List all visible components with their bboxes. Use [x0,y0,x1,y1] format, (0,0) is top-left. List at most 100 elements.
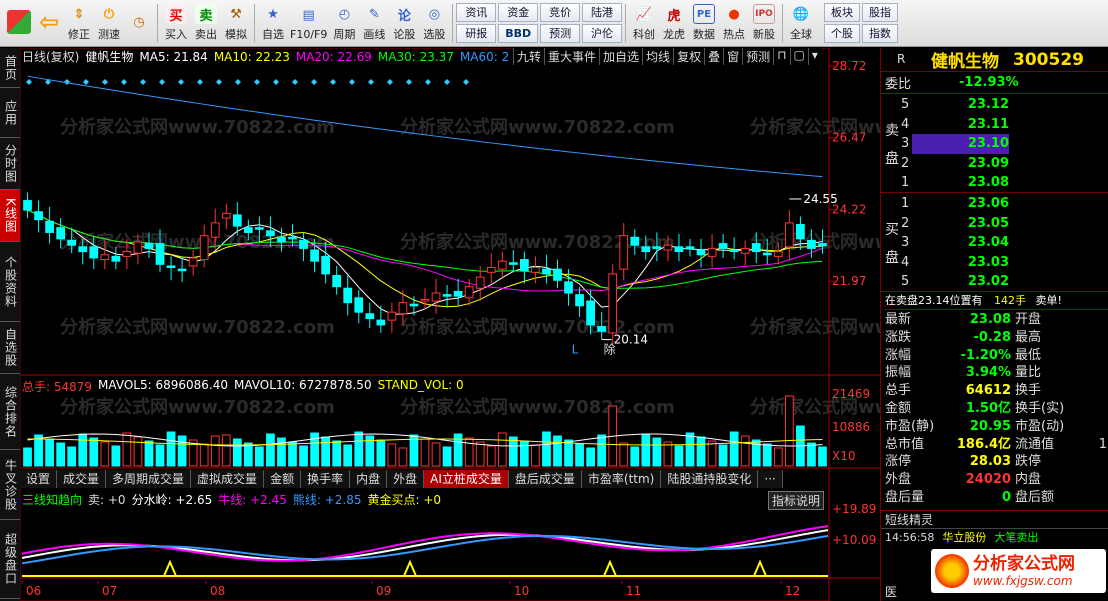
tab-amount[interactable]: 金额 [264,470,302,488]
tab-watchlist[interactable]: 自选股 [0,322,20,374]
f10-button[interactable]: ▤ F10/F9 [288,1,329,46]
sprite-row[interactable]: 14:56:58 华立股份 大笔卖出 [881,529,1108,547]
ask-row[interactable]: 4 23.11 [901,115,1009,135]
simulate-button[interactable]: ⚒ 模拟 [221,1,251,46]
ask-level: 4 [901,116,910,132]
forecast-button[interactable]: 预测 [540,24,581,43]
tab-more[interactable]: ··· [758,470,783,488]
index-button[interactable]: 指数 [861,24,898,43]
ma-button[interactable]: 均线 [642,48,673,65]
fix-button[interactable]: ⇕ 修正 [64,1,94,46]
restore-icon[interactable]: ▢ [789,48,808,65]
hk-connect-button[interactable]: 陆港 [582,3,622,22]
bid-row[interactable]: 2 23.05 [901,214,1009,234]
candle-body [100,254,110,261]
dragon-tiger-button[interactable]: 虎龙虎 [659,1,689,46]
ask-row[interactable]: 1 23.08 [901,173,1009,193]
bid-row[interactable]: 3 23.04 [901,233,1009,253]
add-watchlist-button[interactable]: 加自选 [599,48,642,65]
tab-kline[interactable]: K线图 [0,190,20,242]
stand-vol-value: STAND_VOL: 0 [377,378,464,392]
sprite-title: 短线精灵 [881,511,1108,529]
draw-button[interactable]: ✎ 画线 [359,1,389,46]
bbd-button[interactable]: BBD [498,24,539,43]
stock-button[interactable]: 个股 [823,24,860,43]
predict-button[interactable]: 预测 [742,48,773,65]
capital-button[interactable]: 资金 [498,3,539,22]
star-icon: ★ [267,6,279,22]
candle-body [442,294,452,297]
overlay-button[interactable]: 叠 [704,48,723,65]
major-events-button[interactable]: 重大事件 [544,48,599,65]
volume-bar [232,438,242,467]
bid-row[interactable]: 1 23.06 [901,194,1009,214]
marker-diamond [83,79,89,85]
volume-bar [630,446,640,467]
tab-volume[interactable]: 成交量 [57,470,107,488]
back-button[interactable]: ⇦ [34,1,64,46]
tab-multi-volume[interactable]: 多周期成交量 [106,470,192,488]
volume-bar [255,446,264,467]
shanghai-london-button[interactable]: 沪伦 [582,24,622,43]
tab-ranking[interactable]: 综合排名 [0,374,20,450]
tab-after-hours[interactable]: 盘后成交量 [508,470,582,488]
tab-settings[interactable]: 设置 [20,470,58,488]
watermark-text: 分析家公式网www.70822.com [400,116,675,138]
chart-area[interactable]: 分析家公式网www.70822.com 分析家公式网www.70822.com 分析… [19,47,1025,601]
ask-row[interactable]: 5 23.12 [901,95,1009,115]
volume-bar [597,434,607,467]
global-button[interactable]: 🌐 全球 [786,1,816,46]
tab-intraday[interactable]: 分时图 [0,138,20,190]
nine-turn-button[interactable]: 九转 [513,48,544,65]
bid-row[interactable]: 5 23.02 [901,272,1009,292]
tab-pe-ttm[interactable]: 市盈率(ttm) [581,470,662,488]
tab-outer[interactable]: 外盘 [387,470,425,488]
stat-label: 外盘 [885,472,912,488]
sector-button[interactable]: 板块 [823,3,860,22]
tab-hk-holding[interactable]: 陆股通持股变化 [661,470,759,488]
hot-button[interactable]: ● 热点 [719,1,749,46]
speedtest-button[interactable]: ⏻ 测速 [94,1,124,46]
watchlist-button[interactable]: ★ 自选 [258,1,288,46]
star-market-button[interactable]: 📈 科创 [629,1,659,46]
discuss-button[interactable]: 论论股 [389,1,419,46]
research-button[interactable]: 研报 [456,24,497,43]
buy-button[interactable]: 买买入 [161,1,191,46]
tab-level2[interactable]: 超级盘口 [0,520,20,599]
candle-body [707,247,717,257]
tab-diagnosis[interactable]: 牛叉诊股 [0,450,20,520]
grid-menu-button[interactable] [4,1,34,46]
volume-bar [243,442,253,467]
tab-virtual-volume[interactable]: 虚拟成交量 [191,470,265,488]
tab-apps[interactable]: 应用 [0,88,20,138]
indicator-help-button[interactable]: 指标说明 [768,491,825,510]
ask-row[interactable]: 3 23.10 [901,134,1009,154]
clock-button[interactable]: ◷ [124,1,154,46]
tab-home[interactable]: 首页 [0,48,20,88]
ask-row[interactable]: 2 23.09 [901,154,1009,174]
auction-button[interactable]: 竞价 [540,3,581,22]
ipo-button[interactable]: IPO 新股 [749,1,779,46]
tab-turnover[interactable]: 换手率 [301,470,351,488]
tab-inner[interactable]: 内盘 [350,470,388,488]
bid-row[interactable]: 4 23.03 [901,253,1009,273]
window-button[interactable]: 窗 [723,48,742,65]
tab-ai-volume[interactable]: AI立桩成交量 [424,470,509,488]
candle-body [288,236,297,240]
bid-price: 23.06 [967,196,1009,211]
sell-button[interactable]: 卖卖出 [191,1,221,46]
stat-label-2: 市盈(动) [1015,418,1065,434]
dropdown-icon[interactable]: ▾ [807,48,821,65]
tab-profile[interactable]: 个股资料 [0,242,20,322]
stock-select-button[interactable]: ◎ 选股 [419,1,449,46]
index-futures-button[interactable]: 股指 [861,3,898,22]
period-button[interactable]: ◴ 周期 [329,1,359,46]
data-button[interactable]: PE 数据 [689,1,719,46]
lock-icon[interactable]: ⊓ [773,48,789,65]
news-button[interactable]: 资讯 [456,3,497,22]
period-label[interactable]: 日线(复权) [22,49,79,65]
kline-chart[interactable]: 分析家公式网www.70822.com 分析家公式网www.70822.com 分析… [19,47,1025,601]
pencil-icon: ✎ [368,6,380,22]
adjust-button[interactable]: 复权 [673,48,704,65]
volume-bar [442,446,452,467]
